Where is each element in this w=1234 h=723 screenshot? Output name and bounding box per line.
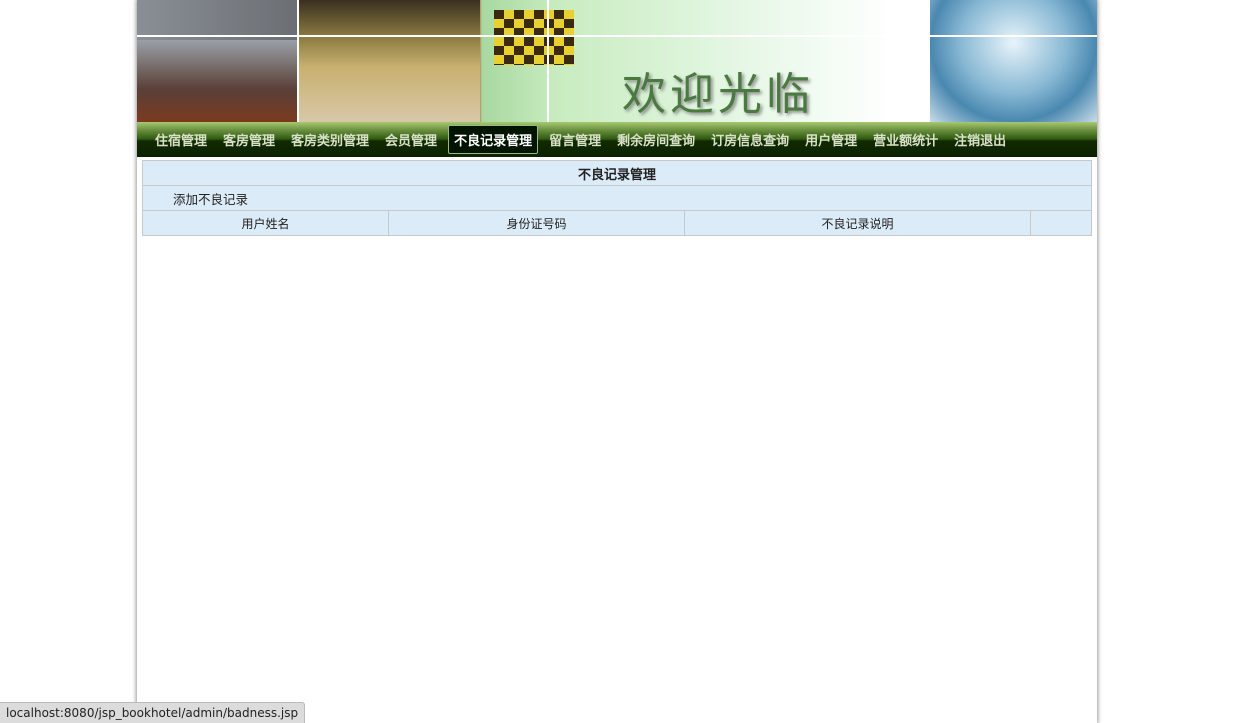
nav-item-messages[interactable]: 留言管理 <box>544 126 606 153</box>
bad-records-table: 不良记录管理 添加不良记录 用户姓名 身份证号码 不良记录说明 <box>142 160 1092 236</box>
table-header-row: 用户姓名 身份证号码 不良记录说明 <box>142 210 1092 236</box>
column-header-id-number: 身份证号码 <box>388 210 685 236</box>
add-bad-record-link[interactable]: 添加不良记录 <box>173 192 248 207</box>
nav-item-room-types[interactable]: 客房类别管理 <box>286 126 374 153</box>
welcome-logo-text: 欢迎光临 <box>622 69 814 120</box>
nav-item-vacant-rooms[interactable]: 剩余房间查询 <box>612 126 700 153</box>
nav-item-lodging[interactable]: 住宿管理 <box>150 126 212 153</box>
nav-item-logout[interactable]: 注销退出 <box>949 126 1011 153</box>
main-nav: 住宿管理 客房管理 客房类别管理 会员管理 不良记录管理 留言管理 剩余房间查询… <box>137 122 1097 157</box>
nav-item-bookings[interactable]: 订房信息查询 <box>706 126 794 153</box>
page-container: 欢迎光临 住宿管理 客房管理 客房类别管理 会员管理 不良记录管理 留言管理 剩… <box>137 0 1097 723</box>
header-banner: 欢迎光临 <box>137 0 1097 122</box>
hotel-lobby-image <box>299 0 574 122</box>
page-title: 不良记录管理 <box>142 160 1092 186</box>
nav-item-revenue[interactable]: 营业额统计 <box>868 126 943 153</box>
nav-item-bad-records[interactable]: 不良记录管理 <box>448 125 539 154</box>
column-header-description: 不良记录说明 <box>684 210 1031 236</box>
column-header-actions <box>1030 210 1092 236</box>
nav-item-users[interactable]: 用户管理 <box>800 126 862 153</box>
nav-item-rooms[interactable]: 客房管理 <box>218 126 280 153</box>
column-header-user-name: 用户姓名 <box>142 210 389 236</box>
crystal-image <box>930 0 1097 122</box>
nav-item-members[interactable]: 会员管理 <box>380 126 442 153</box>
status-bar-url: localhost:8080/jsp_bookhotel/admin/badne… <box>0 702 306 723</box>
hotel-exterior-image <box>137 40 297 122</box>
